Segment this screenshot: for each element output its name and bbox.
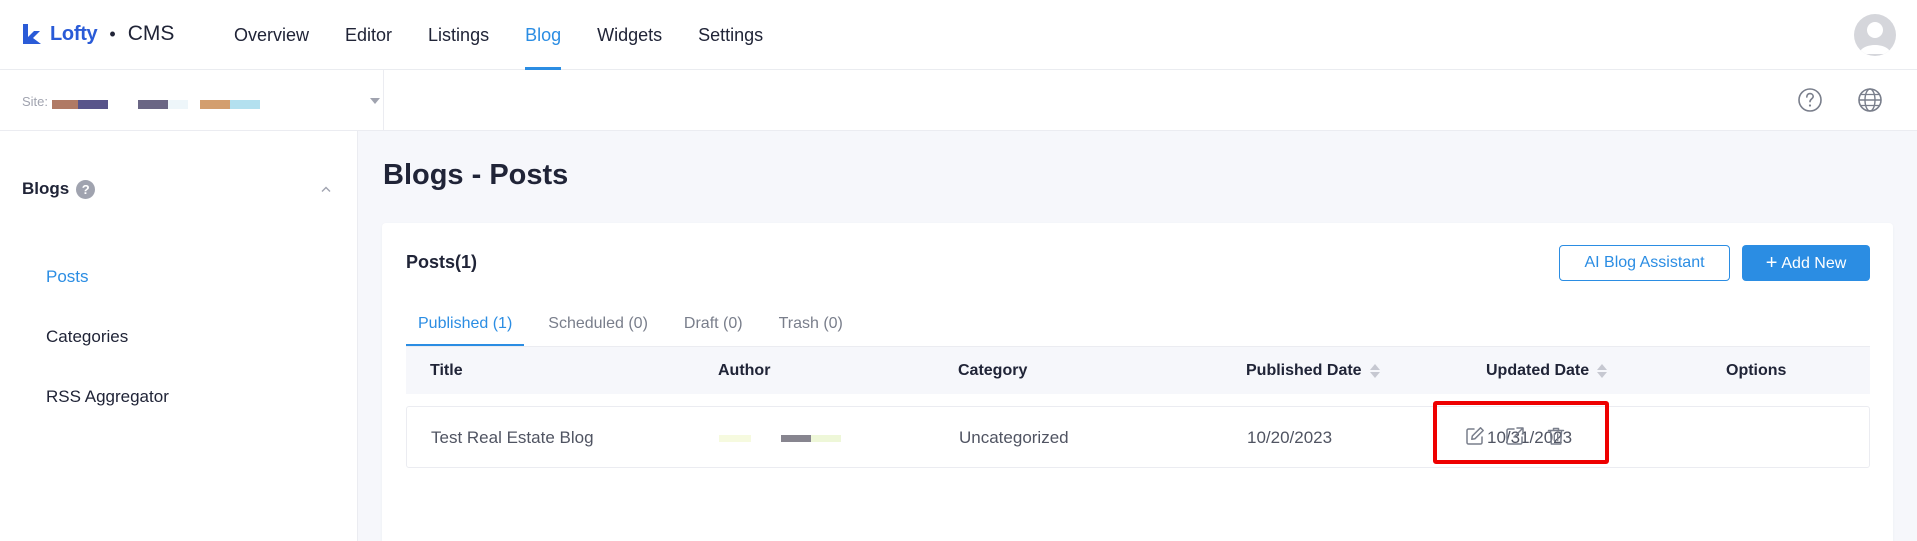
plus-icon: +	[1765, 252, 1778, 274]
column-author: Author	[718, 362, 771, 379]
tab-draft[interactable]: Draft (0)	[672, 303, 755, 345]
main-nav: Overview Editor Listings Blog Widgets Se…	[234, 0, 799, 70]
ai-blog-assistant-button[interactable]: AI Blog Assistant	[1559, 245, 1730, 281]
top-nav: Lofty • CMS Overview Editor Listings Blo…	[0, 0, 1917, 70]
chevron-up-icon[interactable]	[320, 185, 332, 193]
trash-icon[interactable]	[1545, 425, 1567, 447]
edit-icon[interactable]	[1464, 425, 1486, 447]
post-status-tabs: Published (1) Scheduled (0) Draft (0) Tr…	[406, 303, 867, 347]
author-name-redacted	[781, 435, 811, 442]
nav-overview[interactable]: Overview	[234, 0, 309, 70]
sort-icon[interactable]	[1369, 363, 1380, 379]
tab-scheduled[interactable]: Scheduled (0)	[536, 303, 660, 345]
add-new-label: Add New	[1781, 255, 1847, 272]
add-new-button[interactable]: + Add New	[1742, 245, 1870, 281]
column-published-date[interactable]: Published Date	[1246, 347, 1380, 395]
post-published-date: 10/20/2023	[1247, 428, 1333, 447]
sidebar-item-rss-aggregator[interactable]: RSS Aggregator	[46, 387, 169, 407]
share-icon[interactable]	[1504, 425, 1526, 447]
caret-down-icon	[370, 98, 380, 104]
site-name-redacted	[138, 100, 168, 109]
column-title: Title	[430, 362, 463, 379]
site-name-redacted	[52, 100, 78, 109]
nav-blog[interactable]: Blog	[525, 0, 562, 70]
sort-icon[interactable]	[1597, 363, 1608, 379]
site-name-redacted	[200, 100, 230, 109]
brand-name: Lofty	[50, 22, 98, 45]
site-name-redacted	[168, 100, 188, 109]
nav-widgets[interactable]: Widgets	[597, 0, 662, 70]
site-bar: Site:	[0, 70, 1917, 131]
options-highlight-box	[1433, 401, 1609, 464]
site-name-redacted	[78, 100, 108, 109]
sidebar: Blogs ? Posts Categories RSS Aggregator	[0, 131, 358, 541]
author-name-redacted	[719, 435, 751, 442]
user-avatar-icon[interactable]	[1854, 14, 1896, 56]
table-header: Title Author Category Published Date Upd…	[406, 346, 1870, 394]
site-selector[interactable]: Site:	[22, 70, 384, 131]
author-name-redacted	[811, 435, 841, 442]
tab-trash[interactable]: Trash (0)	[767, 303, 855, 345]
product-name: CMS	[127, 22, 175, 45]
site-label: Site:	[22, 94, 49, 109]
site-name-redacted	[230, 100, 260, 109]
main-content: Blogs - Posts Posts(1) AI Blog Assistant…	[358, 131, 1917, 541]
column-updated-date[interactable]: Updated Date	[1486, 347, 1608, 395]
column-options: Options	[1726, 362, 1787, 379]
sidebar-item-posts[interactable]: Posts	[46, 267, 89, 287]
nav-editor[interactable]: Editor	[345, 0, 392, 70]
logo[interactable]: Lofty • CMS	[20, 20, 174, 48]
globe-icon[interactable]	[1856, 86, 1884, 114]
post-category: Uncategorized	[959, 428, 1069, 447]
sidebar-section-blogs[interactable]: Blogs ?	[22, 179, 96, 199]
nav-settings[interactable]: Settings	[698, 0, 763, 70]
question-circle-icon[interactable]	[1796, 86, 1824, 114]
tab-published[interactable]: Published (1)	[406, 303, 525, 347]
sidebar-item-categories[interactable]: Categories	[46, 327, 128, 347]
posts-card: Posts(1) AI Blog Assistant + Add New Publ…	[382, 223, 1893, 541]
help-icon[interactable]: ?	[76, 179, 96, 199]
sidebar-title: Blogs	[22, 179, 70, 198]
brand-separator: •	[109, 23, 116, 44]
column-category: Category	[958, 362, 1028, 379]
posts-count-title: Posts(1)	[406, 252, 478, 272]
nav-listings[interactable]: Listings	[428, 0, 489, 70]
post-title[interactable]: Test Real Estate Blog	[431, 407, 594, 469]
page-title: Blogs - Posts	[383, 159, 569, 191]
table-row[interactable]: Test Real Estate Blog Uncategorized 10/2…	[406, 406, 1870, 468]
lofty-logo-icon	[23, 24, 41, 44]
